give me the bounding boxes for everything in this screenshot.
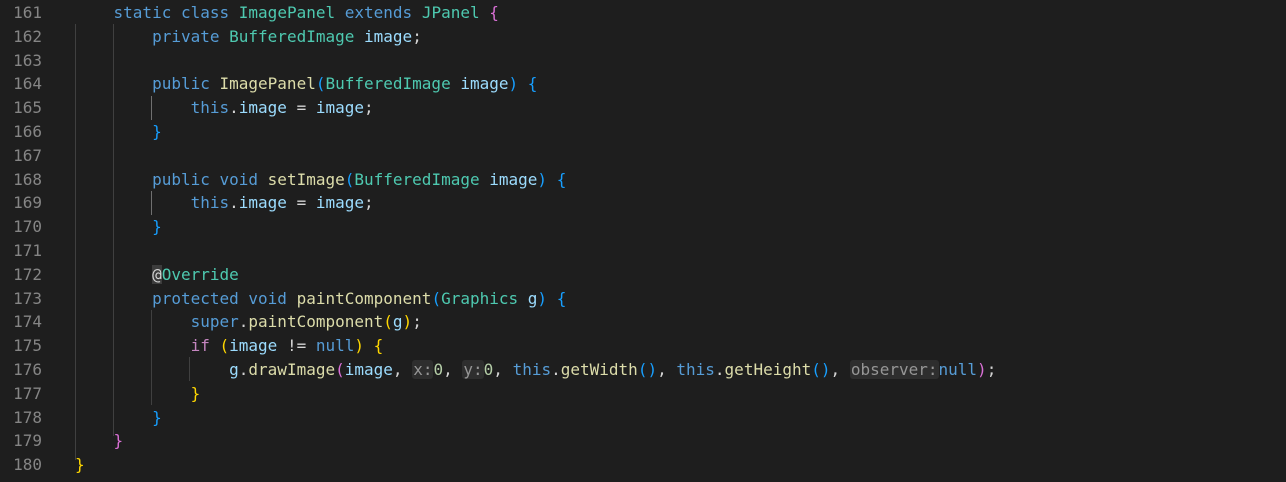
code-line[interactable]: 165 this.image = image;	[0, 96, 1286, 120]
line-number: 164	[13, 74, 42, 94]
inlay-hint: y:	[462, 360, 484, 379]
code-line[interactable]: 168 public void setImage(BufferedImage i…	[0, 168, 1286, 192]
code-text: private BufferedImage image;	[152, 26, 422, 46]
code-line[interactable]: 175 if (image != null) {	[0, 334, 1286, 358]
code-line[interactable]: 167	[0, 144, 1286, 168]
code-text: this.image = image;	[190, 98, 374, 118]
code-line[interactable]: 176 g.drawImage(image, x:0, y:0, this.ge…	[0, 358, 1286, 382]
code-line[interactable]: 162 private BufferedImage image;	[0, 25, 1286, 49]
code-line[interactable]: 178 }	[0, 406, 1286, 430]
line-number: 165	[13, 98, 42, 118]
line-number: 168	[13, 169, 42, 189]
line-number: 167	[13, 145, 42, 165]
line-number: 170	[13, 217, 42, 237]
code-line[interactable]: 169 this.image = image;	[0, 191, 1286, 215]
line-number: 172	[13, 264, 42, 284]
code-text: this.image = image;	[190, 193, 374, 213]
inlay-hint: x:	[412, 360, 434, 379]
code-text: static class ImagePanel extends JPanel {	[113, 3, 499, 22]
code-text: g.drawImage(image, x:0, y:0, this.getWid…	[229, 360, 997, 379]
code-line[interactable]: 163	[0, 49, 1286, 73]
code-line[interactable]: 161 static class ImagePanel extends JPan…	[0, 1, 1286, 25]
line-number: 161	[13, 3, 42, 22]
code-text: if (image != null) {	[190, 336, 384, 356]
code-line[interactable]: 180 }	[0, 453, 1286, 477]
code-editor[interactable]: 161 static class ImagePanel extends JPan…	[0, 0, 1286, 482]
text-cursor-highlight: @	[152, 264, 162, 284]
line-number: 176	[13, 360, 42, 379]
code-line[interactable]: 174 super.paintComponent(g);	[0, 310, 1286, 334]
line-number: 162	[13, 26, 42, 46]
line-number: 175	[13, 336, 42, 356]
code-line[interactable]: 164 public ImagePanel(BufferedImage imag…	[0, 72, 1286, 96]
code-text: @Override	[152, 264, 239, 284]
inlay-hint: observer:	[849, 360, 939, 379]
line-number: 169	[13, 193, 42, 213]
code-text: }	[75, 455, 85, 475]
code-text: super.paintComponent(g);	[190, 312, 422, 332]
code-text: }	[113, 431, 124, 451]
code-line[interactable]: 170 }	[0, 215, 1286, 239]
code-line[interactable]: 166 }	[0, 120, 1286, 144]
code-text: protected void paintComponent(Graphics g…	[152, 288, 567, 308]
code-text: public ImagePanel(BufferedImage image) {	[152, 74, 538, 94]
line-number: 163	[13, 50, 42, 70]
line-number: 180	[13, 455, 42, 475]
line-number: 179	[13, 431, 42, 451]
code-text: public void setImage(BufferedImage image…	[152, 169, 567, 189]
code-text: }	[190, 383, 201, 403]
code-line[interactable]: 179 }	[0, 429, 1286, 453]
line-number: 177	[13, 383, 42, 403]
line-number: 173	[13, 288, 42, 308]
line-number: 174	[13, 312, 42, 332]
code-line[interactable]: 172 @Override	[0, 263, 1286, 287]
code-line[interactable]: 177 }	[0, 382, 1286, 406]
line-number: 166	[13, 122, 42, 141]
code-line[interactable]: 171	[0, 239, 1286, 263]
code-text: }	[152, 122, 162, 141]
line-number: 171	[13, 241, 42, 260]
code-line[interactable]: 173 protected void paintComponent(Graphi…	[0, 287, 1286, 311]
code-text: }	[152, 217, 162, 237]
code-text: }	[152, 407, 162, 427]
line-number: 178	[13, 407, 42, 427]
